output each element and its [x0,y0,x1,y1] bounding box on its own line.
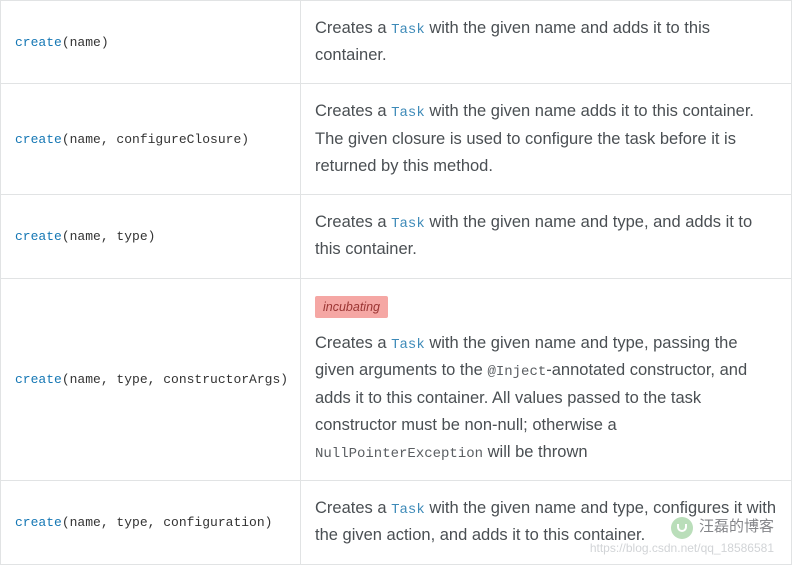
incubating-badge: incubating [315,296,388,319]
method-signature: create(name, type) [1,195,301,278]
type-code: Task [391,105,425,121]
method-name-link[interactable]: create [15,229,62,244]
inline-code: @Inject [487,364,546,380]
description-text: Creates a Task with the given name and t… [315,330,781,466]
description-text: Creates a Task with the given name and a… [315,15,781,69]
type-code: Task [391,337,425,353]
description-fragment: Creates a [315,213,391,231]
description-text: Creates a Task with the given name and t… [315,495,781,549]
description-fragment: Creates a [315,334,391,352]
method-args: (name) [62,35,109,50]
method-table: create(name)Creates a Task with the give… [0,0,792,565]
table-row: create(name, type, constructorArgs)incub… [1,278,792,481]
description-fragment: Creates a [315,19,391,37]
method-args: (name, configureClosure) [62,132,249,147]
method-description: Creates a Task with the given name and t… [301,481,792,564]
method-signature: create(name, type, constructorArgs) [1,278,301,481]
method-name-link[interactable]: create [15,132,62,147]
type-code: Task [391,216,425,232]
method-description: Creates a Task with the given name adds … [301,84,792,195]
method-name-link[interactable]: create [15,35,62,50]
method-name-link[interactable]: create [15,372,62,387]
api-table-wrapper: create(name)Creates a Task with the give… [0,0,792,565]
description-fragment: will be thrown [483,443,588,461]
type-code: Task [391,502,425,518]
type-code: Task [391,22,425,38]
method-description: Creates a Task with the given name and t… [301,195,792,278]
description-text: Creates a Task with the given name adds … [315,98,781,180]
method-args: (name, type, constructorArgs) [62,372,288,387]
method-signature: create(name) [1,1,301,84]
description-text: Creates a Task with the given name and t… [315,209,781,263]
method-description: incubating Creates a Task with the given … [301,278,792,481]
inline-code: NullPointerException [315,446,483,462]
table-row: create(name) Creates a Task with the give… [1,1,792,84]
table-row: create(name, type, configuration) Creates… [1,481,792,564]
method-signature: create(name, configureClosure) [1,84,301,195]
method-args: (name, type, configuration) [62,515,273,530]
description-fragment: Creates a [315,102,391,120]
method-description: Creates a Task with the given name and a… [301,1,792,84]
method-args: (name, type) [62,229,156,244]
description-fragment: Creates a [315,499,391,517]
table-row: create(name, type) Creates a Task with th… [1,195,792,278]
table-row: create(name, configureClosure)Creates a … [1,84,792,195]
method-signature: create(name, type, configuration) [1,481,301,564]
method-name-link[interactable]: create [15,515,62,530]
